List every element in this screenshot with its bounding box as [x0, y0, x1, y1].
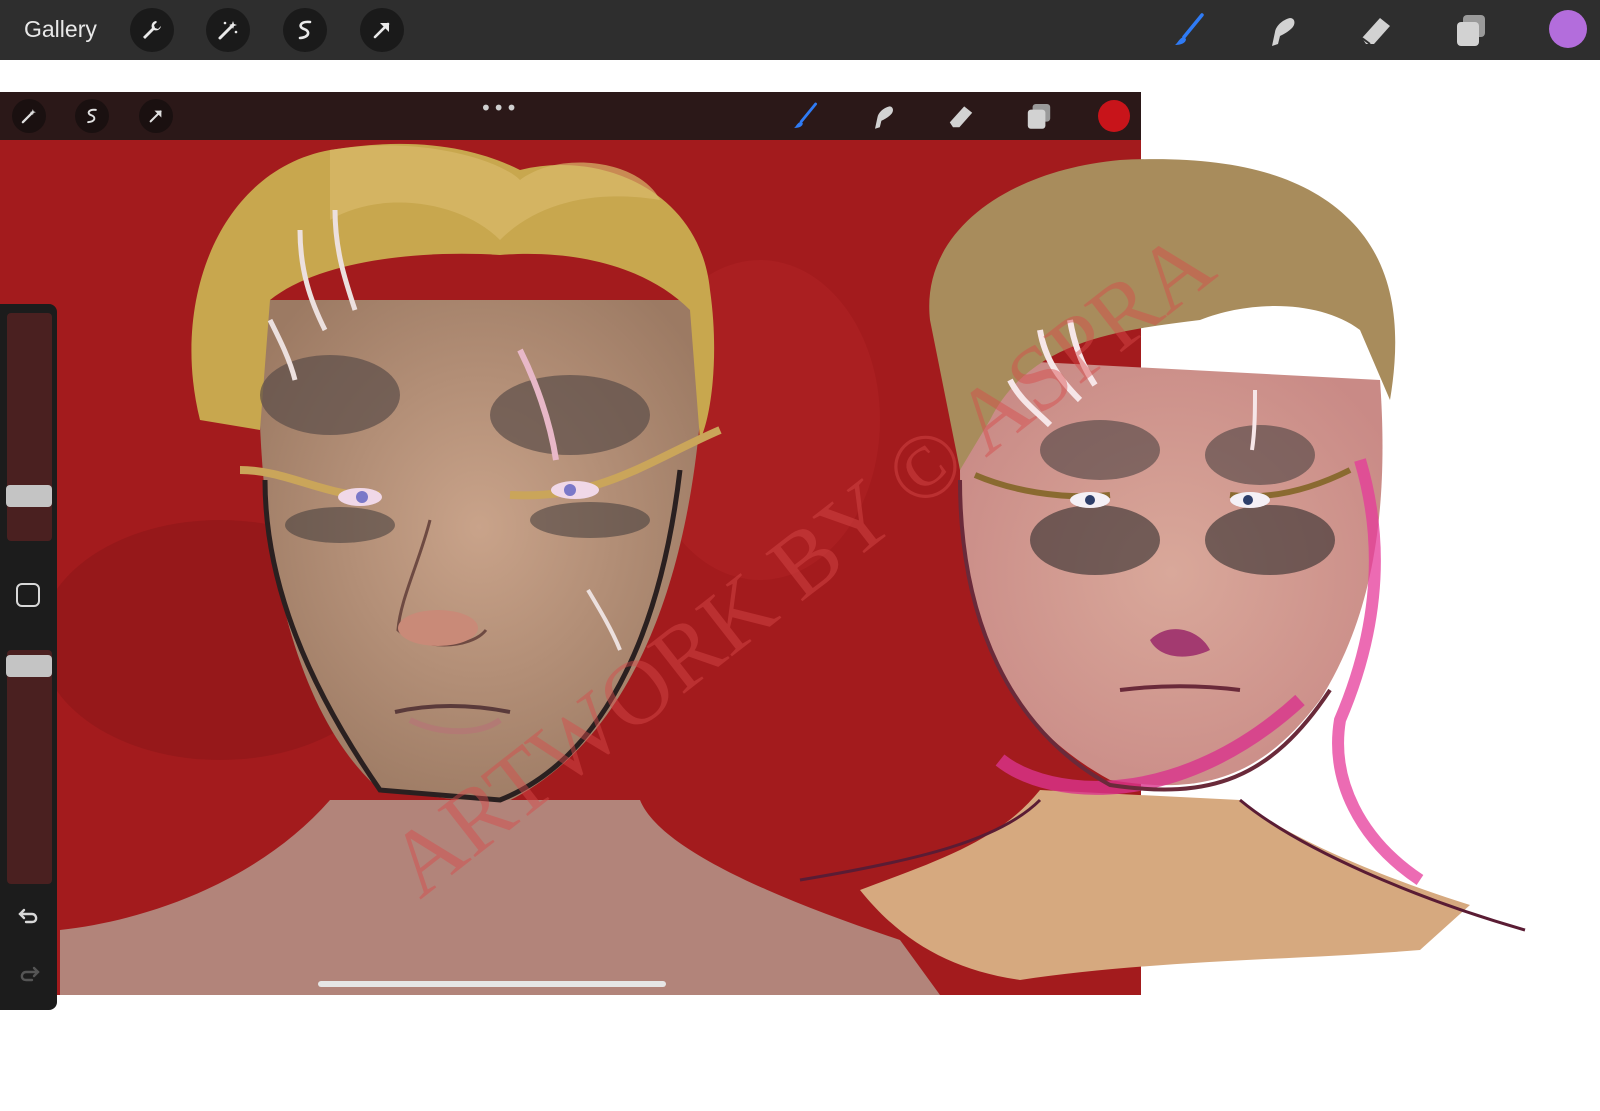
magic-wand-icon[interactable] — [12, 99, 46, 133]
artwork: ARTWORK BY © ASPRA — [0, 140, 1526, 995]
transform-arrow-icon[interactable] — [139, 99, 173, 133]
layers-icon[interactable] — [1023, 100, 1055, 132]
smudge-icon[interactable] — [867, 100, 899, 132]
selection-icon[interactable] — [75, 99, 109, 133]
brush-icon[interactable] — [790, 100, 822, 132]
more-options-icon[interactable]: ••• — [480, 96, 518, 120]
undo-icon[interactable] — [14, 900, 44, 930]
brush-size-handle[interactable] — [6, 485, 52, 507]
opacity-slider[interactable] — [7, 650, 52, 884]
opacity-handle[interactable] — [6, 655, 52, 677]
home-indicator — [318, 981, 666, 987]
color-picker-button[interactable] — [1098, 100, 1130, 132]
modify-button[interactable] — [16, 583, 40, 607]
eraser-icon[interactable] — [945, 100, 977, 132]
redo-icon[interactable] — [14, 958, 44, 988]
